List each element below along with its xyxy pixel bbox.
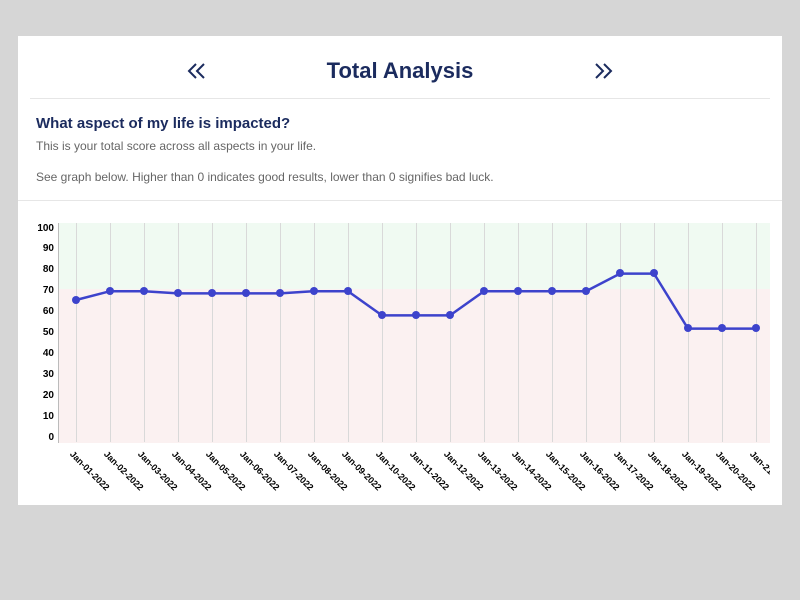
y-tick: 100 <box>37 223 54 234</box>
data-point <box>616 269 624 277</box>
next-icon[interactable] <box>583 59 621 83</box>
x-tick: Jan-18-2022 <box>636 443 670 501</box>
data-point <box>174 289 182 297</box>
chart: 1009080706050403020100 Jan-01-2022Jan-02… <box>18 201 782 505</box>
data-point <box>684 324 692 332</box>
x-tick: Jan-19-2022 <box>670 443 704 501</box>
title-row: Total Analysis <box>18 36 782 98</box>
x-tick: Jan-08-2022 <box>296 443 330 501</box>
data-point <box>446 311 454 319</box>
y-tick: 60 <box>43 306 54 317</box>
caption-1: This is your total score across all aspe… <box>36 138 764 155</box>
data-point <box>378 311 386 319</box>
page-title: Total Analysis <box>327 58 474 84</box>
y-tick: 50 <box>43 327 54 338</box>
data-point <box>140 287 148 295</box>
y-tick: 10 <box>43 411 54 422</box>
y-tick: 20 <box>43 390 54 401</box>
x-tick: Jan-01-2022 <box>58 443 92 501</box>
x-tick: Jan-15-2022 <box>534 443 568 501</box>
caption-2: See graph below. Higher than 0 indicates… <box>36 169 764 186</box>
x-tick: Jan-07-2022 <box>262 443 296 501</box>
x-tick: Jan-04-2022 <box>160 443 194 501</box>
chart-scroll-area[interactable]: Jan-01-2022Jan-02-2022Jan-03-2022Jan-04-… <box>58 223 770 501</box>
data-point <box>72 296 80 304</box>
x-tick: Jan-03-2022 <box>126 443 160 501</box>
data-point <box>412 311 420 319</box>
data-point <box>208 289 216 297</box>
data-point <box>276 289 284 297</box>
subhead: What aspect of my life is impacted? This… <box>18 99 782 186</box>
series-line <box>59 223 770 443</box>
x-tick: Jan-10-2022 <box>364 443 398 501</box>
data-point <box>242 289 250 297</box>
x-tick: Jan-17-2022 <box>602 443 636 501</box>
x-tick: Jan-13-2022 <box>466 443 500 501</box>
data-point <box>548 287 556 295</box>
y-tick: 0 <box>48 432 54 443</box>
x-tick: Jan-21-2022 <box>738 443 770 501</box>
question-heading: What aspect of my life is impacted? <box>36 115 764 132</box>
x-tick: Jan-09-2022 <box>330 443 364 501</box>
data-point <box>480 287 488 295</box>
y-tick: 80 <box>43 264 54 275</box>
y-tick: 90 <box>43 243 54 254</box>
x-axis: Jan-01-2022Jan-02-2022Jan-03-2022Jan-04-… <box>58 443 770 501</box>
x-tick: Jan-05-2022 <box>194 443 228 501</box>
data-point <box>718 324 726 332</box>
x-tick: Jan-20-2022 <box>704 443 738 501</box>
data-point <box>344 287 352 295</box>
plot-area <box>58 223 770 443</box>
y-tick: 70 <box>43 285 54 296</box>
data-point <box>310 287 318 295</box>
analysis-card: Total Analysis What aspect of my life is… <box>18 36 782 505</box>
y-tick: 40 <box>43 348 54 359</box>
x-tick: Jan-16-2022 <box>568 443 602 501</box>
data-point <box>752 324 760 332</box>
data-point <box>582 287 590 295</box>
x-tick: Jan-06-2022 <box>228 443 262 501</box>
data-point <box>650 269 658 277</box>
prev-icon[interactable] <box>179 59 217 83</box>
x-tick: Jan-11-2022 <box>398 443 432 501</box>
x-tick: Jan-12-2022 <box>432 443 466 501</box>
data-point <box>106 287 114 295</box>
y-axis: 1009080706050403020100 <box>30 223 58 443</box>
x-tick: Jan-14-2022 <box>500 443 534 501</box>
x-tick: Jan-02-2022 <box>92 443 126 501</box>
y-tick: 30 <box>43 369 54 380</box>
data-point <box>514 287 522 295</box>
